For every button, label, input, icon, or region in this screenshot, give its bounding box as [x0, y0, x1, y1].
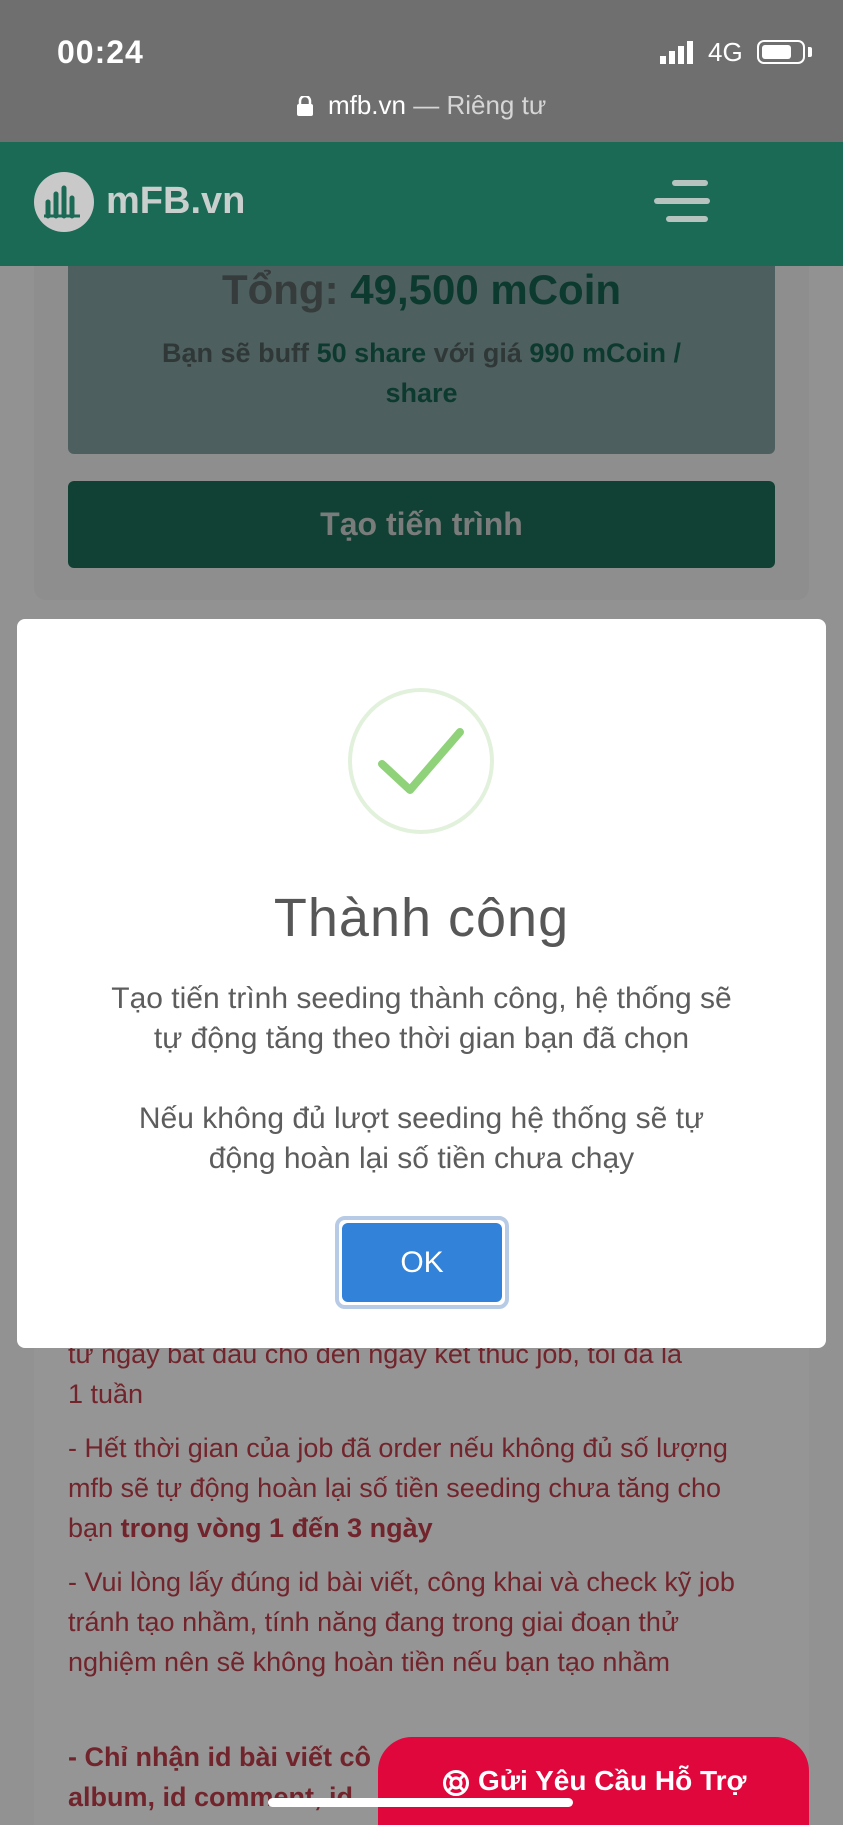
dialog-title: Thành công: [273, 888, 570, 948]
site-header: mFB.vn: [0, 142, 843, 266]
dialog-message-2: Nếu không đủ lượt seeding hệ thống sẽ tự…: [138, 1102, 705, 1175]
ok-button-focus-ring: OK: [335, 1216, 509, 1309]
signal-icon: [660, 41, 693, 64]
lifebuoy-icon: [443, 1770, 469, 1796]
network-type: 4G: [708, 37, 743, 67]
home-indicator: [268, 1798, 573, 1807]
url-bar[interactable]: mfb.vn — Riêng tư: [0, 80, 843, 142]
menu-icon[interactable]: [654, 178, 710, 226]
logo-icon[interactable]: [34, 172, 94, 232]
checkmark-icon: [378, 728, 464, 794]
battery-icon: [757, 40, 805, 64]
status-bar: 00:24 4G: [0, 0, 843, 80]
url-privacy: — Riêng tư: [413, 90, 547, 120]
status-time: 00:24: [57, 34, 144, 70]
success-dialog: Thành công Tạo tiến trình seeding thành …: [17, 619, 826, 1348]
support-label: Gửi Yêu Cầu Hỗ Trợ: [478, 1765, 747, 1796]
url-domain: mfb.vn: [327, 90, 406, 120]
lock-icon: [296, 96, 313, 116]
battery-tip: [808, 47, 812, 57]
logo-text[interactable]: mFB.vn: [106, 180, 245, 223]
ok-button[interactable]: OK: [342, 1223, 502, 1302]
support-request-button[interactable]: Gửi Yêu Cầu Hỗ Trợ: [378, 1737, 809, 1825]
dialog-message-1: Tạo tiến trình seeding thành công, hệ th…: [111, 982, 732, 1055]
